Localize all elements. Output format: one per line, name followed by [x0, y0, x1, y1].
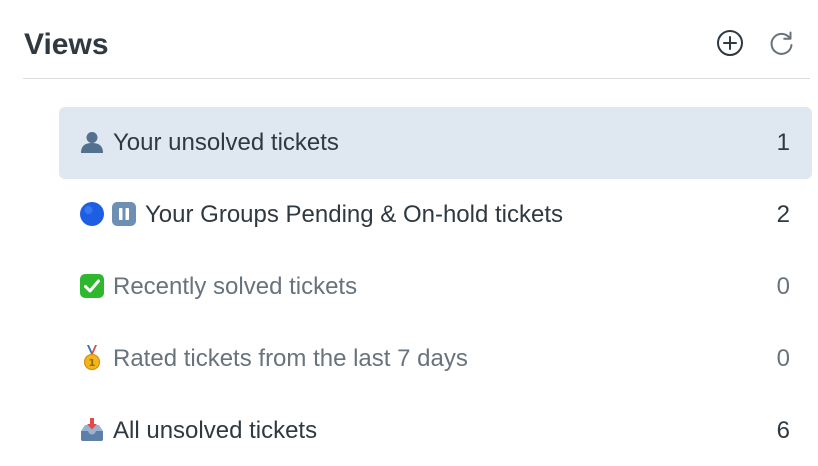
add-view-button[interactable]: [715, 28, 745, 58]
view-label: Your Groups Pending & On-hold tickets: [145, 201, 564, 228]
refresh-icon: [770, 31, 793, 55]
view-item-rated-tickets-last-7-days[interactable]: 1 Rated tickets from the last 7 days 0: [59, 323, 812, 395]
view-item-your-groups-pending-on-hold[interactable]: Your Groups Pending & On-hold tickets 2: [59, 179, 812, 251]
views-panel: Views Your unsolved tickets 1 Your Group…: [0, 0, 818, 466]
view-label: Your unsolved tickets: [113, 129, 339, 156]
bust-in-silhouette-icon: [79, 129, 105, 157]
view-count: 6: [776, 417, 790, 444]
views-list: Your unsolved tickets 1 Your Groups Pend…: [59, 107, 812, 466]
view-count: 1: [776, 129, 790, 156]
view-count: 2: [776, 201, 790, 228]
blue-circle-icon: [79, 201, 105, 229]
view-label: Rated tickets from the last 7 days: [113, 345, 468, 372]
view-item-recently-solved-tickets[interactable]: Recently solved tickets 0: [59, 251, 812, 323]
add-circle-icon: [717, 30, 743, 56]
page-title: Views: [24, 28, 109, 61]
check-mark-button-icon: [79, 273, 105, 301]
pause-button-icon: [111, 201, 137, 229]
view-item-your-unsolved-tickets[interactable]: Your unsolved tickets 1: [59, 107, 812, 179]
refresh-views-button[interactable]: [767, 28, 797, 58]
view-label: Recently solved tickets: [113, 273, 358, 300]
svg-text:1: 1: [89, 358, 96, 369]
first-place-medal-icon: 1: [79, 345, 105, 373]
views-header: Views: [23, 0, 810, 79]
view-item-all-unsolved-tickets[interactable]: All unsolved tickets 6: [59, 395, 812, 466]
view-count: 0: [776, 345, 790, 372]
inbox-tray-icon: [79, 417, 105, 445]
view-count: 0: [776, 273, 790, 300]
view-label: All unsolved tickets: [113, 417, 318, 444]
